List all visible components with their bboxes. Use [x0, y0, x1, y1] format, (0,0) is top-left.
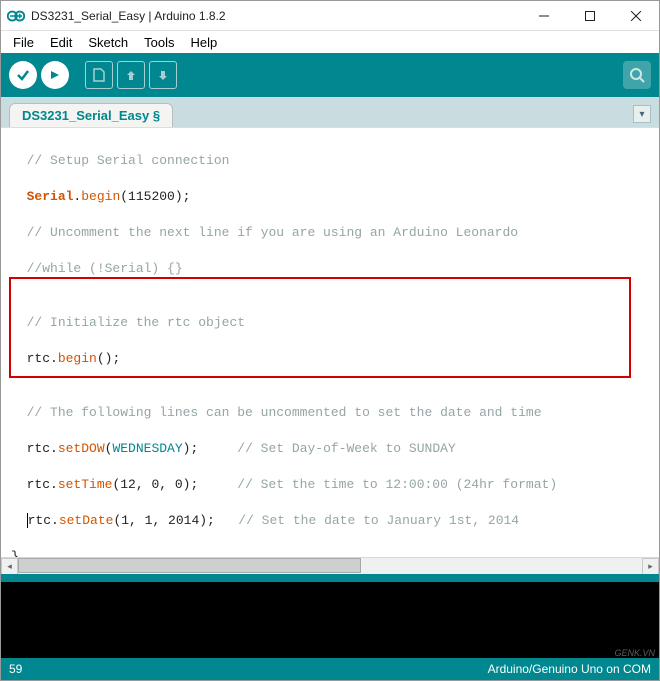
code-comment: // The following lines can be uncommente… — [27, 405, 542, 420]
menu-help[interactable]: Help — [184, 33, 223, 52]
scroll-thumb[interactable] — [18, 558, 361, 573]
code-comment: // Uncomment the next line if you are us… — [27, 225, 518, 240]
tab-active[interactable]: DS3231_Serial_Easy § — [9, 103, 173, 127]
menu-sketch[interactable]: Sketch — [82, 33, 134, 52]
code-comment: //while (!Serial) {} — [27, 261, 183, 276]
code-object: Serial — [27, 189, 74, 204]
code-comment: // Initialize the rtc object — [27, 315, 245, 330]
titlebar: DS3231_Serial_Easy | Arduino 1.8.2 — [1, 1, 659, 31]
tabbar: DS3231_Serial_Easy § ▾ — [1, 97, 659, 127]
menu-file[interactable]: File — [7, 33, 40, 52]
window-title: DS3231_Serial_Easy | Arduino 1.8.2 — [31, 9, 226, 23]
status-line-number: 59 — [9, 662, 22, 676]
open-button[interactable] — [117, 61, 145, 89]
toolbar — [1, 53, 659, 97]
code-editor[interactable]: // Setup Serial connection Serial.begin(… — [1, 128, 659, 557]
status-board: Arduino/Genuino Uno on COM — [488, 662, 651, 676]
app-window: DS3231_Serial_Easy | Arduino 1.8.2 File … — [0, 0, 660, 681]
scroll-right-button[interactable]: ▸ — [642, 558, 659, 575]
code-func: begin — [81, 189, 120, 204]
scroll-left-button[interactable]: ◂ — [1, 558, 18, 575]
menubar: File Edit Sketch Tools Help — [1, 31, 659, 53]
new-button[interactable] — [85, 61, 113, 89]
statusbar: 59 Arduino/Genuino Uno on COM — [1, 658, 659, 680]
pane-divider[interactable] — [1, 574, 659, 582]
tab-menu-button[interactable]: ▾ — [633, 105, 651, 123]
watermark: GENK.VN — [614, 648, 655, 658]
close-button[interactable] — [613, 1, 659, 31]
minimize-button[interactable] — [521, 1, 567, 31]
serial-monitor-button[interactable] — [623, 61, 651, 89]
code-comment: // Setup Serial connection — [27, 153, 230, 168]
editor-wrap: // Setup Serial connection Serial.begin(… — [1, 127, 659, 574]
output-console[interactable] — [1, 582, 659, 658]
arduino-app-icon — [7, 7, 25, 25]
upload-button[interactable] — [41, 61, 69, 89]
scroll-track[interactable] — [18, 558, 642, 575]
save-button[interactable] — [149, 61, 177, 89]
horizontal-scrollbar[interactable]: ◂ ▸ — [1, 557, 659, 574]
verify-button[interactable] — [9, 61, 37, 89]
menu-edit[interactable]: Edit — [44, 33, 78, 52]
maximize-button[interactable] — [567, 1, 613, 31]
menu-tools[interactable]: Tools — [138, 33, 180, 52]
